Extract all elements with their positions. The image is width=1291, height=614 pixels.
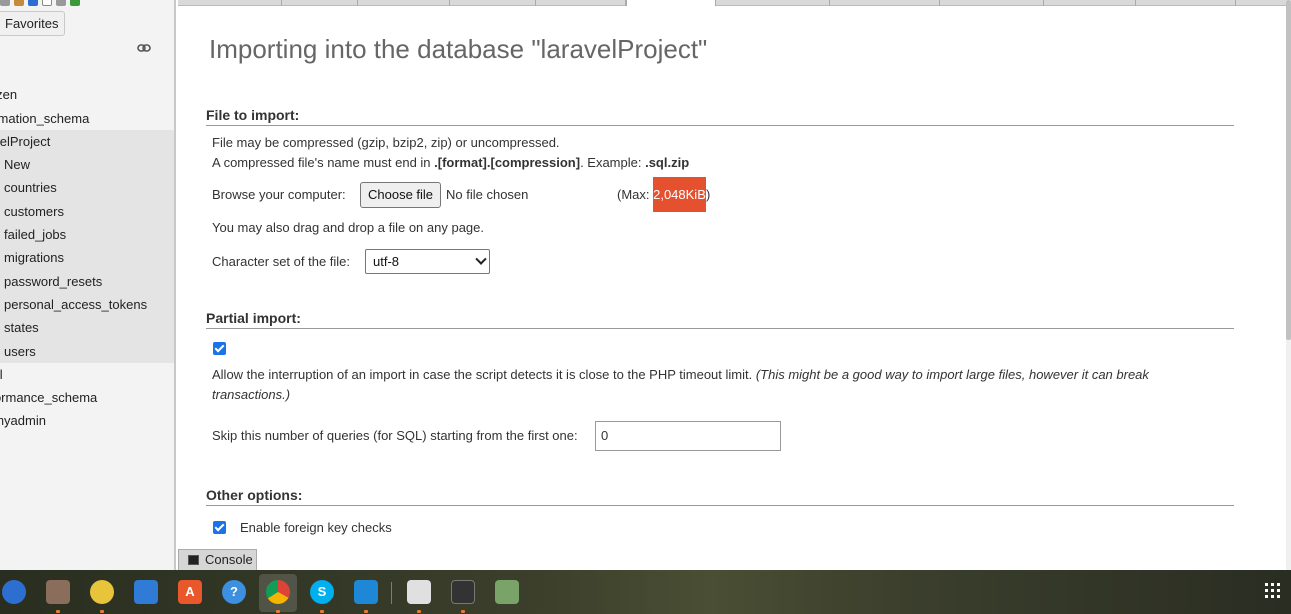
sidebar-table-item[interactable]: migrations [0,246,174,270]
skype-icon[interactable]: S [310,580,334,604]
foreign-key-label: Enable foreign key checks [240,520,392,535]
running-indicator [461,610,465,613]
tab[interactable] [940,0,1044,6]
other-options-heading: Other options: [206,487,1234,506]
page-scrollbar[interactable] [1286,0,1291,570]
compression-example: A compressed file's name must end in .[f… [212,155,690,170]
page-title: Importing into the database "laravelProj… [209,34,708,64]
main-content: Importing into the database "laravelProj… [178,0,1286,570]
sidebar-db-item[interactable]: rformance_schema [0,386,174,409]
sidebar-table-item[interactable]: users [0,339,174,363]
tab[interactable] [358,0,450,6]
running-indicator [100,610,104,613]
tab[interactable] [1136,0,1236,6]
compression-info: File may be compressed (gzip, bzip2, zip… [212,135,560,150]
tab[interactable] [536,0,626,6]
max-size-suffix: ) [706,187,711,202]
taskbar-separator [391,582,392,604]
text-editor-icon[interactable] [407,580,431,604]
max-size-prefix: (Max: [617,187,650,202]
sidebar-db-item[interactable]: ormation_schema [0,107,174,130]
navigation-sidebar: Favorites w nizen ormation_schema avelPr… [0,0,176,570]
sidebar-table-item[interactable]: password_resets [0,269,174,293]
sidebar-table-item[interactable]: personal_access_tokens [0,292,174,317]
taskbar: A ? S [0,570,1291,614]
charset-label: Character set of the file: [212,254,351,269]
sidebar-db-item[interactable]: sql [0,363,174,386]
sidebar-db-item[interactable]: pmyadmin [0,409,174,432]
tab-bar [178,0,1286,6]
tab-import[interactable] [626,0,716,6]
favorites-button[interactable]: Favorites [0,11,66,36]
sidebar-table-new[interactable]: New [0,153,174,177]
file-import-heading: File to import: [206,107,1234,126]
sidebar-table-item[interactable]: states [0,316,174,340]
sidebar-db-item[interactable]: w [0,60,174,83]
tab[interactable] [178,0,282,6]
partial-import-heading: Partial import: [206,310,1234,329]
files-icon[interactable] [46,580,70,604]
skip-queries-input[interactable]: 0 [595,421,781,451]
software-center-icon[interactable]: A [178,580,202,604]
tab[interactable] [1044,0,1136,6]
max-size-badge: 2,048KiB [653,177,706,212]
console-button[interactable]: Console [178,549,257,570]
trash-icon[interactable] [495,580,519,604]
running-indicator [320,610,324,613]
scrollbar-thumb[interactable] [1286,0,1291,340]
document-icon[interactable] [134,580,158,604]
tab[interactable] [450,0,536,6]
sidebar-table-item[interactable]: customers [0,199,174,224]
sidebar-db-item[interactable]: s [0,433,174,456]
allow-interrupt-checkbox[interactable] [213,342,226,355]
database-tree: w nizen ormation_schema avelProject New … [0,60,174,456]
running-indicator [417,610,421,613]
sidebar-toolbar-icons[interactable] [0,0,120,6]
chevron-down-icon [475,253,487,265]
running-indicator [276,610,280,613]
running-indicator [56,610,60,613]
running-indicator [364,610,368,613]
sidebar-db-item-active[interactable]: avelProject [0,129,174,154]
allow-interrupt-text: Allow the interruption of an import in c… [212,367,1149,402]
tab[interactable] [282,0,358,6]
show-applications-icon[interactable] [1265,583,1281,599]
help-icon[interactable]: ? [222,580,246,604]
sidebar-table-item[interactable]: countries [0,176,174,200]
tab[interactable] [830,0,940,6]
chrome-icon[interactable] [266,580,290,604]
choose-file-button[interactable]: Choose file [360,182,442,208]
link-icon[interactable] [137,43,151,53]
foreign-key-checkbox[interactable] [213,521,226,534]
tab[interactable] [716,0,830,6]
sidebar-db-item[interactable]: nizen [0,83,174,106]
charset-select[interactable]: utf-8 [365,249,490,274]
sidebar-table-item[interactable]: failed_jobs [0,223,174,247]
console-icon [188,555,199,565]
drag-drop-hint: You may also drag and drop a file on any… [212,220,484,235]
terminal-icon[interactable] [451,580,475,604]
no-file-status: No file chosen [446,187,529,202]
browser-icon[interactable] [2,580,26,604]
browse-label: Browse your computer: [212,187,346,202]
vscode-icon[interactable] [354,580,378,604]
rhythmbox-icon[interactable] [90,580,114,604]
skip-queries-label: Skip this number of queries (for SQL) st… [212,428,578,443]
